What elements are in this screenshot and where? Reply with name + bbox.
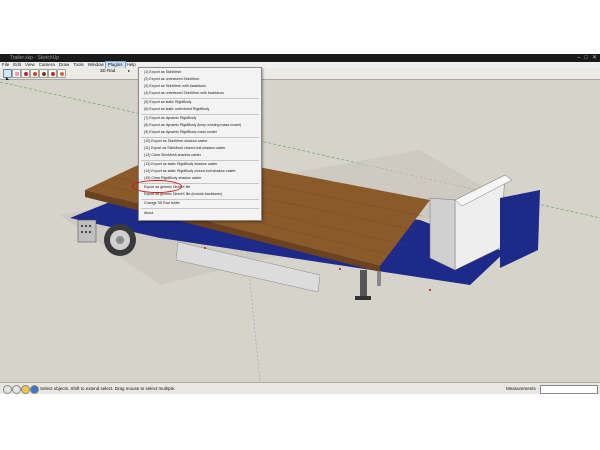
geo-location-icon[interactable] (3, 385, 12, 394)
menu-item-export-dynamic-rigidbody-keep-mass[interactable]: (8) Export as dynamic RigidBody (keep ex… (144, 123, 241, 128)
menu-item-export-untextured-skinmesh[interactable]: (2) Export as untextured SkinMesh (144, 77, 199, 82)
menu-item-export-skinmesh[interactable]: (1) Export as SkinMesh (144, 70, 181, 75)
zoom-icon[interactable] (48, 69, 57, 78)
plugins-dropdown-menu: (1) Export as SkinMesh (2) Export as unt… (138, 67, 262, 221)
menu-item-export-skinmesh-shadow-caster[interactable]: (10) Export as SkinMesh shadow caster (144, 139, 208, 144)
submenu-3d-rad[interactable]: 3D Rad (100, 68, 115, 73)
paint-bucket-icon[interactable] (57, 69, 66, 78)
title-bar: Trailer.skp - SketchUp – □ ✕ (0, 54, 600, 62)
paint-icon[interactable] (21, 69, 30, 78)
menu-item-about[interactable]: About (144, 211, 153, 216)
menu-item-export-untextured-skinmesh-backfaces[interactable]: (4) Export as untextured SkinMesh with b… (144, 91, 224, 96)
close-button[interactable]: ✕ (592, 54, 597, 62)
select-icon[interactable] (3, 69, 12, 83)
menu-separator (141, 98, 259, 99)
orbit-icon[interactable] (30, 69, 39, 78)
menu-item-export-static-rigidbody[interactable]: (5) Export as static RigidBody (144, 100, 191, 105)
menu-item-export-dynamic-rigidbody[interactable]: (7) Export as dynamic RigidBody (144, 116, 196, 121)
menu-item-export-static-rigidbody-shadow[interactable]: (13) Export as static RigidBody shadow c… (144, 162, 218, 167)
user-icon[interactable] (21, 385, 30, 394)
status-bar: Select objects. Shift to extend select. … (0, 382, 600, 394)
minimize-button[interactable]: – (577, 54, 580, 62)
menu-item-change-3d-rad-folder[interactable]: Change 3D Rad folder (144, 201, 180, 206)
menu-separator (141, 137, 259, 138)
measurements-label: Measurements (506, 386, 536, 391)
toolbar (0, 68, 600, 83)
3d-viewport[interactable] (0, 80, 600, 382)
annotation-ellipse (132, 180, 182, 193)
trailer-model (0, 80, 600, 382)
status-message: Select objects. Shift to extend select. … (40, 386, 176, 391)
menu-separator (141, 208, 259, 209)
menu-separator (141, 160, 259, 161)
credits-icon[interactable] (12, 385, 21, 394)
pan-icon[interactable] (39, 69, 48, 78)
eraser-icon[interactable] (12, 69, 21, 78)
help-icon[interactable] (30, 385, 39, 394)
window-title: Trailer.skp - SketchUp (10, 55, 59, 61)
sketchup-window: Trailer.skp - SketchUp – □ ✕ File Edit V… (0, 54, 600, 394)
menu-item-export-static-rigidbody-closed-hull-shadow[interactable]: (14) Export as static RigidBody closed-h… (144, 169, 236, 174)
chevron-right-icon: ▸ (128, 68, 131, 73)
window-controls: – □ ✕ (577, 54, 597, 62)
menu-item-clear-skinmesh-shadow[interactable]: (12) Clear SkinMesh shadow caster (144, 153, 201, 158)
menu-item-export-skinmesh-backfaces[interactable]: (3) Export as SkinMesh with backfaces (144, 84, 206, 89)
measurements-input[interactable] (540, 385, 598, 394)
menu-item-export-static-untextured-rigidbody[interactable]: (6) Export as static untextured RigidBod… (144, 107, 209, 112)
maximize-button[interactable]: □ (584, 54, 588, 62)
menu-separator (141, 199, 259, 200)
menu-item-export-dynamic-rigidbody-mass-model[interactable]: (9) Export as dynamic RigidBody mass mod… (144, 130, 217, 135)
menu-item-export-skinmesh-closed-hull-shadow[interactable]: (11) Export as SkinMesh closed-hull shad… (144, 146, 225, 151)
menu-separator (141, 114, 259, 115)
